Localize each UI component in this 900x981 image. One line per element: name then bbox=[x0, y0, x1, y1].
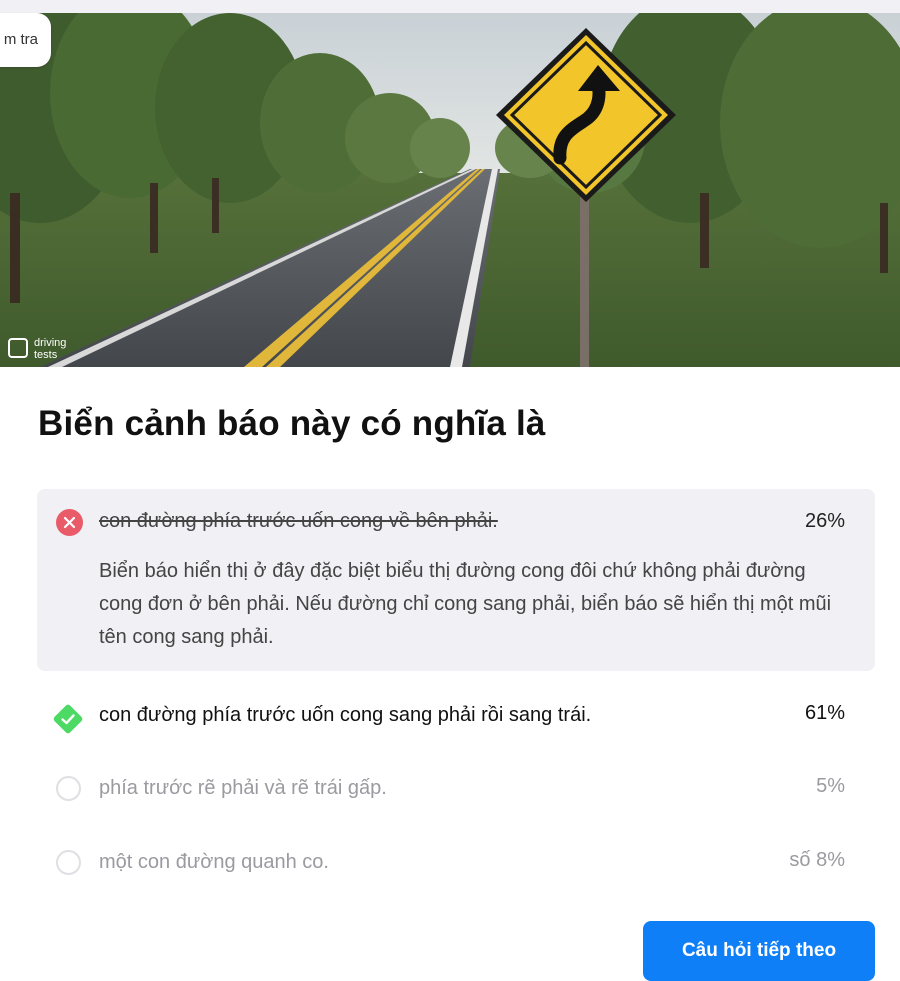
answer-option-1-text: con đường phía trước uốn cong về bên phả… bbox=[99, 510, 498, 532]
answer-option-2-text: con đường phía trước uốn cong sang phải … bbox=[99, 704, 592, 726]
svg-text:tests: tests bbox=[34, 349, 58, 361]
question-image: driving tests bbox=[0, 13, 900, 367]
test-tab[interactable]: m tra bbox=[0, 13, 51, 67]
answer-option-4[interactable]: một con đường quanh co. số 8% bbox=[37, 846, 875, 886]
next-question-button[interactable]: Câu hỏi tiếp theo bbox=[643, 921, 875, 981]
svg-text:driving: driving bbox=[34, 337, 66, 349]
answer-option-4-text: một con đường quanh co. bbox=[99, 851, 329, 873]
answer-option-2[interactable]: con đường phía trước uốn cong sang phải … bbox=[37, 697, 875, 737]
answer-explanation: Biển báo hiển thị ở đây đặc biệt biểu th… bbox=[99, 560, 832, 648]
top-strip bbox=[0, 0, 900, 13]
wrong-answer-icon bbox=[56, 509, 83, 536]
answer-option-1-percent: 26% bbox=[804, 510, 845, 532]
question-title: Biển cảnh báo này có nghĩa là bbox=[38, 404, 546, 443]
radio-circle-icon bbox=[56, 850, 81, 875]
answer-option-3-text: phía trước rẽ phải và rẽ trái gấp. bbox=[99, 777, 387, 799]
answer-option-4-percent: số 8% bbox=[789, 849, 845, 871]
answer-option-3[interactable]: phía trước rẽ phải và rẽ trái gấp. 5% bbox=[37, 772, 875, 812]
answer-option-3-percent: 5% bbox=[816, 775, 845, 797]
radio-circle-icon bbox=[56, 776, 81, 801]
answer-option-2-percent: 61% bbox=[804, 702, 845, 724]
correct-answer-icon bbox=[52, 703, 84, 735]
answer-option-1[interactable]: con đường phía trước uốn cong về bên phả… bbox=[37, 489, 875, 671]
test-tab-label: m tra bbox=[3, 31, 38, 48]
